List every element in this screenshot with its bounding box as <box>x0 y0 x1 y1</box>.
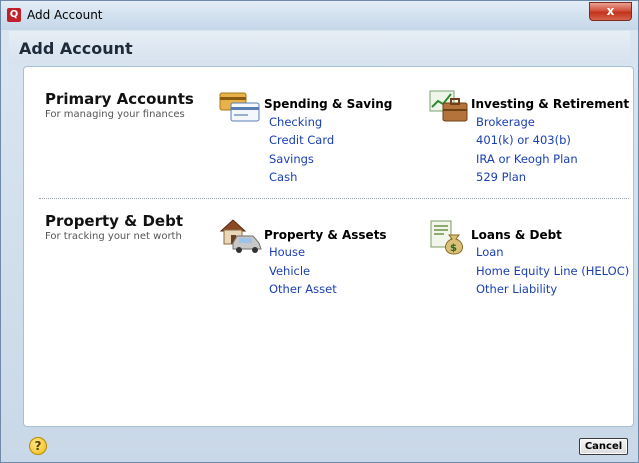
link-savings[interactable]: Savings <box>269 152 314 166</box>
link-heloc[interactable]: Home Equity Line (HELOC) <box>476 264 629 278</box>
close-button[interactable]: x <box>589 2 632 21</box>
primary-accounts-subtitle: For managing your finances <box>45 109 185 120</box>
link-529-plan[interactable]: 529 Plan <box>476 170 526 184</box>
house-car-icon <box>219 219 262 253</box>
link-house[interactable]: House <box>269 245 305 259</box>
title-bar[interactable]: Q Add Account x <box>1 1 638 30</box>
svg-text:$: $ <box>450 243 457 254</box>
page-title: Add Account <box>19 39 133 58</box>
loans-debt-title: Loans & Debt <box>471 228 562 242</box>
link-other-asset[interactable]: Other Asset <box>269 282 337 296</box>
link-loan[interactable]: Loan <box>476 245 504 259</box>
investing-retirement-title: Investing & Retirement <box>471 97 630 111</box>
primary-accounts-title: Primary Accounts <box>45 90 194 108</box>
link-other-liability[interactable]: Other Liability <box>476 282 557 296</box>
credit-card-icon <box>219 92 260 122</box>
money-bag-icon: $ <box>430 220 463 255</box>
property-debt-title: Property & Debt <box>45 212 184 230</box>
link-401k[interactable]: 401(k) or 403(b) <box>476 133 571 147</box>
window-title: Add Account <box>27 8 103 22</box>
link-ira-keogh[interactable]: IRA or Keogh Plan <box>476 152 578 166</box>
account-types-panel <box>23 66 634 427</box>
link-vehicle[interactable]: Vehicle <box>269 264 310 278</box>
property-assets-title: Property & Assets <box>264 228 387 242</box>
spending-saving-title: Spending & Saving <box>264 97 393 111</box>
add-account-window: Q Add Account x Add Account Primary Acco… <box>0 0 639 463</box>
link-cash[interactable]: Cash <box>269 170 297 184</box>
link-credit-card[interactable]: Credit Card <box>269 133 334 147</box>
link-checking[interactable]: Checking <box>269 115 322 129</box>
cancel-button[interactable]: Cancel <box>579 438 628 455</box>
quicken-app-icon: Q <box>7 8 21 22</box>
property-debt-subtitle: For tracking your net worth <box>45 231 182 242</box>
chart-briefcase-icon <box>429 90 468 122</box>
help-icon[interactable]: ? <box>29 437 47 455</box>
section-divider <box>39 198 629 199</box>
link-brokerage[interactable]: Brokerage <box>476 115 535 129</box>
